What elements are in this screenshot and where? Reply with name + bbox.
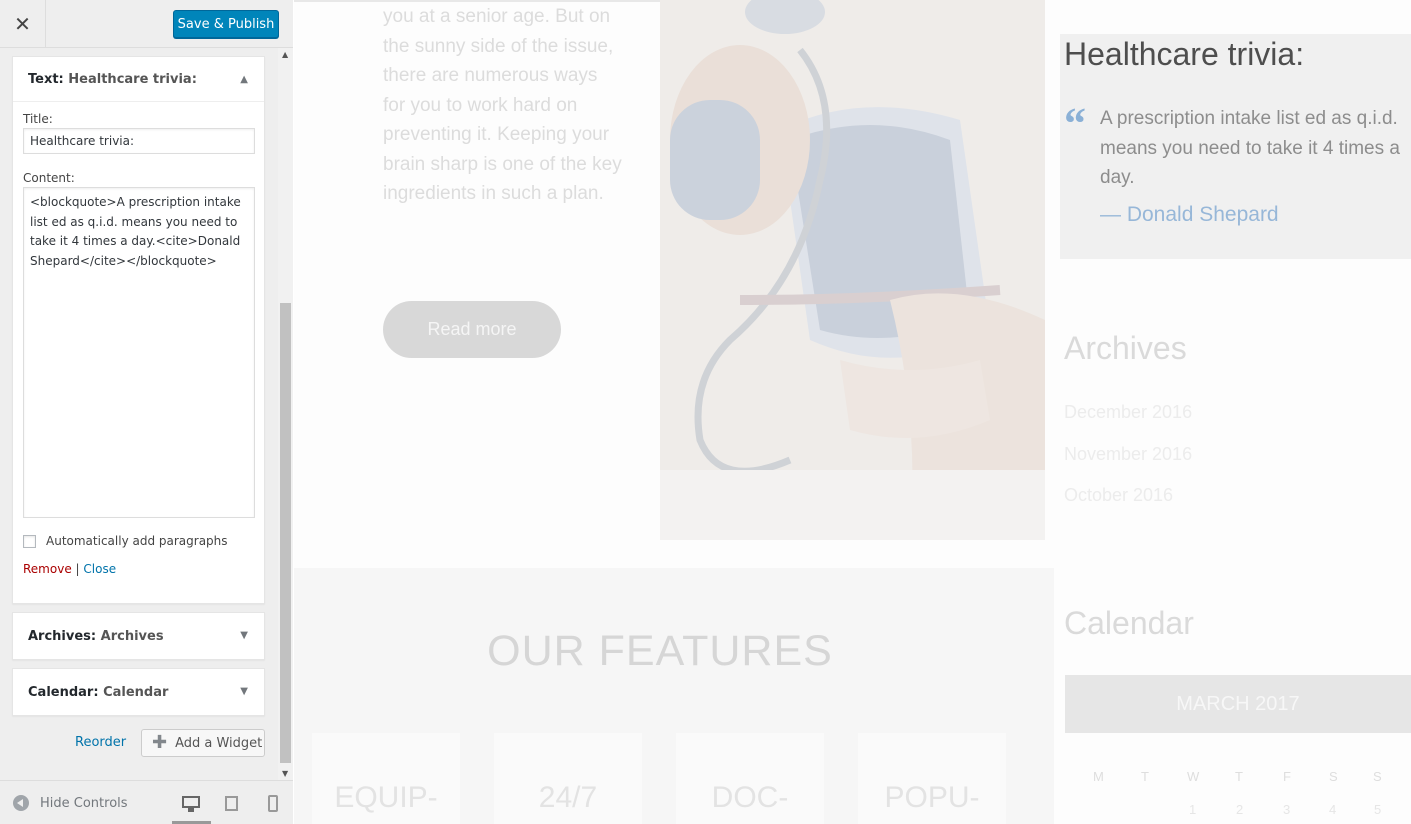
archive-link[interactable]: October 2016 — [1064, 485, 1173, 506]
widget-text-body: Title: Content: <blockquote>A prescripti… — [13, 112, 264, 576]
calendar-weekday: W — [1187, 769, 1200, 784]
content-textarea[interactable]: <blockquote>A prescription intake list e… — [23, 187, 255, 518]
widget-type-label: Text: — [28, 71, 64, 87]
remove-link[interactable]: Remove — [23, 562, 72, 576]
plus-icon: ✚ — [152, 732, 168, 753]
trivia-cite: — Donald Shepard — [1100, 203, 1279, 226]
blood-pressure-photo — [660, 0, 1045, 540]
widget-text: Text: Healthcare trivia: ▲ Title: Conten… — [12, 56, 265, 604]
add-widget-button[interactable]: ✚ Add a Widget — [141, 729, 265, 757]
widget-list: Text: Healthcare trivia: ▲ Title: Conten… — [0, 48, 278, 780]
separator: | — [75, 562, 80, 576]
calendar-weekday: T — [1141, 769, 1149, 784]
calendar-day[interactable]: 4 — [1329, 802, 1336, 817]
scrollbar-thumb[interactable] — [280, 303, 291, 763]
mobile-preview-icon[interactable] — [264, 795, 284, 813]
calendar-month-header: MARCH 2017 — [1065, 675, 1411, 733]
feature-card: EQUIP- — [312, 733, 460, 824]
scroll-down-icon[interactable]: ▼ — [282, 769, 288, 778]
chevron-down-icon[interactable]: ▼ — [240, 630, 248, 641]
reorder-link[interactable]: Reorder — [75, 735, 126, 750]
close-link[interactable]: Close — [83, 562, 116, 576]
close-icon[interactable]: ✕ — [0, 0, 46, 48]
calendar-day[interactable]: 3 — [1283, 802, 1290, 817]
widget-archives[interactable]: Archives: Archives ▼ — [12, 612, 265, 660]
calendar-weekday: S — [1329, 769, 1338, 784]
widget-title-label: Healthcare trivia: — [68, 71, 197, 87]
feature-card-title: EQUIP- — [334, 781, 438, 814]
quote-icon: “ — [1064, 99, 1086, 148]
autop-row: Automatically add paragraphs — [23, 534, 254, 548]
blood-pressure-illustration — [660, 0, 1045, 540]
customizer-app: ✕ Save & Publish Text: Healthcare trivia… — [0, 0, 1411, 824]
calendar-day[interactable]: 5 — [1374, 802, 1381, 817]
autop-label: Automatically add paragraphs — [46, 534, 228, 548]
chevron-down-icon[interactable]: ▼ — [240, 686, 248, 697]
widget-calendar-header[interactable]: Calendar: Calendar ▼ — [13, 669, 264, 715]
autop-checkbox[interactable] — [23, 534, 36, 548]
hide-controls-button[interactable]: Hide Controls — [13, 795, 128, 811]
archives-widget-title: Archives — [1064, 330, 1187, 366]
archive-link[interactable]: November 2016 — [1064, 444, 1192, 465]
site-preview: you at a senior age. But on the sunny si… — [294, 0, 1411, 824]
calendar-widget-title: Calendar — [1064, 605, 1194, 641]
widget-text-header[interactable]: Text: Healthcare trivia: ▲ — [13, 57, 264, 102]
scroll-up-icon[interactable]: ▲ — [282, 50, 288, 59]
feature-card: DOC- — [676, 733, 824, 824]
archive-link[interactable]: December 2016 — [1064, 402, 1192, 423]
trivia-widget-title: Healthcare trivia: — [1064, 36, 1305, 72]
hide-controls-label: Hide Controls — [40, 795, 128, 811]
widget-type-label: Calendar: — [28, 684, 99, 700]
read-more-button[interactable]: Read more — [383, 301, 561, 358]
feature-card: POPU- — [858, 733, 1006, 824]
desktop-preview-icon[interactable] — [181, 795, 201, 813]
title-input[interactable] — [23, 128, 255, 154]
add-widget-label: Add a Widget — [175, 735, 263, 751]
calendar-day[interactable]: 2 — [1236, 802, 1243, 817]
trivia-quote: A prescription intake list ed as q.i.d. … — [1100, 108, 1400, 188]
feature-card-title: DOC- — [711, 781, 789, 814]
widget-title-label: Archives — [100, 628, 164, 644]
widget-archives-header[interactable]: Archives: Archives ▼ — [13, 613, 264, 659]
calendar-weekday: F — [1283, 769, 1291, 784]
feature-card-title: 24/7 — [538, 781, 598, 814]
calendar-weekday: M — [1093, 769, 1104, 784]
features-title: OUR FEATURES — [487, 627, 833, 675]
title-field-label: Title: — [23, 112, 53, 126]
sidebar-scrollbar[interactable]: ▲ ▼ — [278, 48, 293, 780]
widget-type-label: Archives: — [28, 628, 97, 644]
feature-card-title: POPU- — [884, 781, 980, 814]
collapse-icon — [13, 795, 29, 811]
sidebar-header: ✕ Save & Publish — [0, 0, 293, 48]
calendar-weekday: S — [1373, 769, 1382, 784]
chevron-up-icon[interactable]: ▲ — [240, 74, 248, 85]
customizer-sidebar: ✕ Save & Publish Text: Healthcare trivia… — [0, 0, 293, 824]
widget-calendar[interactable]: Calendar: Calendar ▼ — [12, 668, 265, 716]
tablet-preview-icon[interactable] — [222, 795, 242, 813]
content-field-label: Content: — [23, 171, 75, 185]
widget-actions: Remove | Close — [23, 562, 254, 576]
intro-paragraph: you at a senior age. But on the sunny si… — [383, 6, 622, 204]
calendar-day[interactable]: 1 — [1189, 802, 1196, 817]
save-publish-button[interactable]: Save & Publish — [173, 10, 279, 38]
widget-title-label: Calendar — [103, 684, 169, 700]
sidebar-footer: Hide Controls — [0, 780, 293, 824]
calendar-weekday: T — [1235, 769, 1243, 784]
feature-card: 24/7 — [494, 733, 642, 824]
